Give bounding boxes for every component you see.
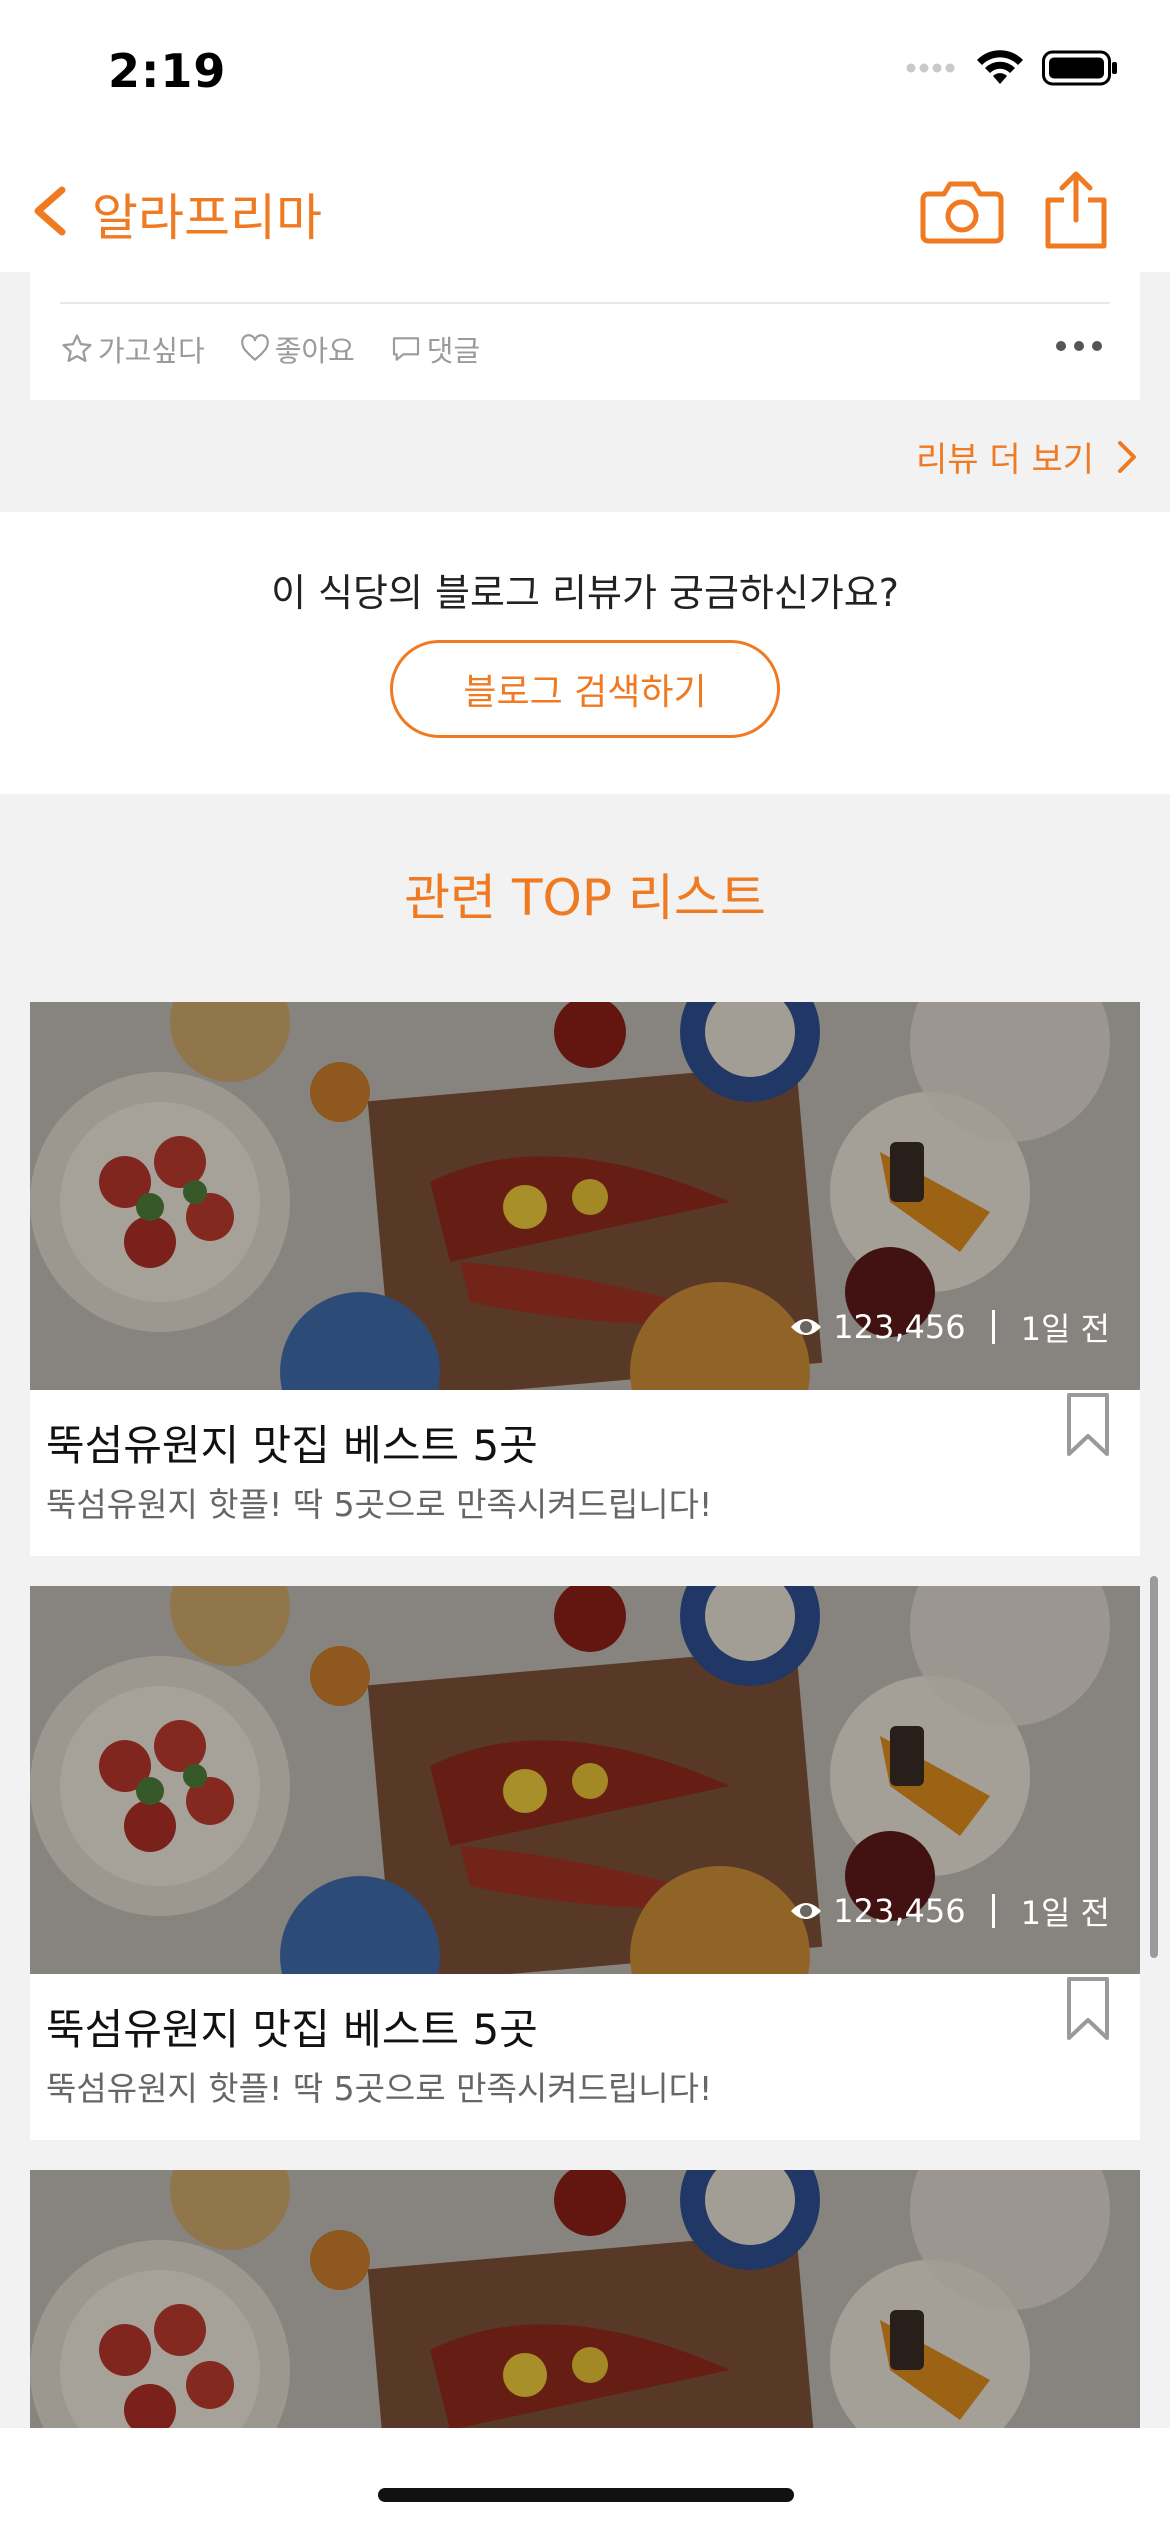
view-count: 123,456 bbox=[833, 1892, 966, 1930]
list-card[interactable]: 123,456 1일 전 뚝섬유원지 맛집 베스트 5곳 뚝섬유원지 핫플! 딱… bbox=[30, 1002, 1140, 1556]
card-description: 뚝섬유원지 핫플! 딱 5곳으로 만족시켜드립니다! bbox=[46, 1485, 713, 1524]
food-photo bbox=[30, 2170, 1140, 2428]
share-button[interactable] bbox=[1040, 168, 1112, 250]
top-list-title: 관련 TOP 리스트 bbox=[404, 869, 766, 927]
comment-icon bbox=[392, 337, 419, 361]
meta-separator bbox=[991, 1310, 995, 1344]
page-title: 알라프리마 bbox=[92, 189, 322, 247]
list-card[interactable] bbox=[30, 2170, 1140, 2428]
star-icon bbox=[62, 334, 92, 363]
card-title: 뚝섬유원지 맛집 베스트 5곳 bbox=[46, 2005, 538, 2054]
scrollbar[interactable] bbox=[1150, 1576, 1158, 1958]
chevron-right-icon bbox=[1118, 440, 1136, 473]
bottom-safe-area bbox=[0, 2428, 1170, 2532]
eye-icon bbox=[791, 1903, 822, 1919]
camera-icon bbox=[920, 181, 1004, 244]
card-body: 뚝섬유원지 맛집 베스트 5곳 뚝섬유원지 핫플! 딱 5곳으로 만족시켜드립니… bbox=[30, 1974, 1140, 2140]
comment-button[interactable]: 댓글 bbox=[389, 328, 480, 370]
more-icon bbox=[1056, 341, 1102, 351]
comment-label: 댓글 bbox=[426, 334, 481, 368]
share-icon bbox=[1045, 171, 1107, 249]
bookmark-icon bbox=[1067, 1977, 1109, 2040]
post-time: 1일 전 bbox=[1020, 1894, 1110, 1932]
signal-icon bbox=[906, 63, 955, 73]
card-body: 뚝섬유원지 맛집 베스트 5곳 뚝섬유원지 핫플! 딱 5곳으로 만족시켜드립니… bbox=[30, 1390, 1140, 1556]
wifi-icon bbox=[977, 50, 1023, 84]
more-reviews-label: 리뷰 더 보기 bbox=[915, 440, 1094, 480]
card-description: 뚝섬유원지 핫플! 딱 5곳으로 만족시켜드립니다! bbox=[46, 2069, 713, 2108]
battery-icon bbox=[1042, 50, 1117, 86]
status-icons bbox=[906, 50, 1118, 86]
bookmark-button[interactable] bbox=[1066, 1976, 1110, 2042]
card-meta: 123,456 1일 전 bbox=[789, 1888, 1110, 1934]
review-actions: 가고싶다 좋아요 댓글 bbox=[60, 328, 480, 370]
status-bar: 2:19 bbox=[0, 0, 1170, 150]
eye-icon bbox=[791, 1319, 822, 1335]
meta-separator bbox=[991, 1894, 995, 1928]
more-reviews-link[interactable]: 리뷰 더 보기 bbox=[916, 432, 1138, 481]
like-label: 좋아요 bbox=[274, 334, 355, 368]
blog-search-button[interactable]: 블로그 검색하기 bbox=[390, 640, 780, 738]
card-meta: 123,456 1일 전 bbox=[789, 1304, 1110, 1350]
review-card: 가고싶다 좋아요 댓글 bbox=[30, 272, 1140, 400]
card-title: 뚝섬유원지 맛집 베스트 5곳 bbox=[46, 1421, 538, 1470]
heart-icon bbox=[240, 334, 269, 361]
camera-button[interactable] bbox=[920, 174, 1004, 246]
divider bbox=[60, 302, 1110, 304]
home-indicator[interactable] bbox=[378, 2488, 794, 2502]
card-image: 123,456 1일 전 bbox=[30, 1586, 1140, 1974]
card-image: 123,456 1일 전 bbox=[30, 1002, 1140, 1390]
list-card[interactable]: 123,456 1일 전 뚝섬유원지 맛집 베스트 5곳 뚝섬유원지 핫플! 딱… bbox=[30, 1586, 1140, 2140]
bookmark-button[interactable] bbox=[1066, 1392, 1110, 1458]
view-count: 123,456 bbox=[833, 1308, 966, 1346]
chevron-left-icon bbox=[34, 186, 66, 236]
want-to-go-button[interactable]: 가고싶다 bbox=[60, 328, 205, 370]
blog-question: 이 식당의 블로그 리뷰가 궁금하신가요? bbox=[271, 571, 899, 615]
status-time: 2:19 bbox=[108, 44, 227, 98]
bookmark-icon bbox=[1067, 1393, 1109, 1456]
want-to-go-label: 가고싶다 bbox=[98, 334, 205, 368]
blog-section: 이 식당의 블로그 리뷰가 궁금하신가요? 블로그 검색하기 bbox=[0, 512, 1170, 794]
more-options-button[interactable] bbox=[1054, 338, 1104, 354]
back-button[interactable] bbox=[22, 176, 82, 246]
post-time: 1일 전 bbox=[1020, 1310, 1110, 1348]
nav-bar: 알라프리마 bbox=[0, 150, 1170, 272]
card-image bbox=[30, 2170, 1140, 2428]
like-button[interactable]: 좋아요 bbox=[239, 328, 355, 370]
